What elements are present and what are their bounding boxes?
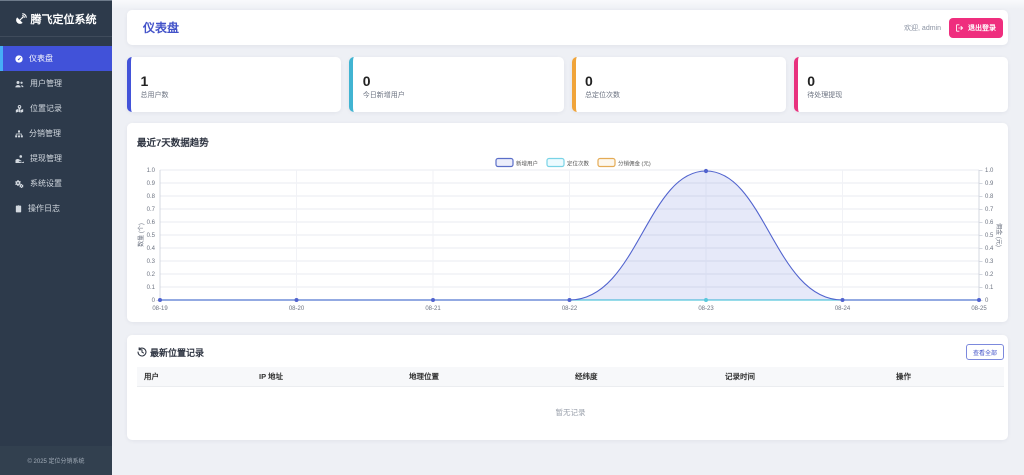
svg-text:0: 0: [985, 298, 989, 304]
svg-text:0.7: 0.7: [147, 207, 156, 213]
svg-text:08-24: 08-24: [835, 306, 851, 312]
svg-text:0.1: 0.1: [147, 285, 156, 291]
svg-text:08-21: 08-21: [425, 306, 441, 312]
svg-text:0.8: 0.8: [147, 194, 156, 200]
svg-text:0.2: 0.2: [147, 272, 156, 278]
svg-text:新增用户: 新增用户: [516, 160, 538, 168]
svg-text:0.4: 0.4: [985, 246, 994, 252]
svg-text:08-23: 08-23: [698, 306, 714, 312]
svg-text:0: 0: [152, 298, 156, 304]
svg-text:08-19: 08-19: [152, 306, 168, 312]
svg-text:1.0: 1.0: [147, 168, 156, 174]
svg-text:08-20: 08-20: [289, 306, 305, 312]
svg-text:0.3: 0.3: [985, 259, 994, 265]
svg-text:0.1: 0.1: [985, 285, 994, 291]
svg-text:0.6: 0.6: [147, 220, 156, 226]
svg-text:0.9: 0.9: [147, 181, 156, 187]
svg-text:0.6: 0.6: [985, 220, 994, 226]
svg-text:08-22: 08-22: [562, 306, 578, 312]
svg-text:0.8: 0.8: [985, 194, 994, 200]
svg-text:1.0: 1.0: [985, 168, 994, 174]
svg-text:0.7: 0.7: [985, 207, 994, 213]
svg-text:0.5: 0.5: [147, 233, 156, 239]
svg-text:0.4: 0.4: [147, 246, 156, 252]
svg-text:0.3: 0.3: [147, 259, 156, 265]
svg-text:0.9: 0.9: [985, 181, 994, 187]
svg-text:08-25: 08-25: [971, 306, 987, 312]
svg-text:0.5: 0.5: [985, 233, 994, 239]
svg-text:分销佣金 (元): 分销佣金 (元): [618, 160, 651, 168]
svg-text:佣金 (元): 佣金 (元): [995, 223, 1003, 247]
svg-text:定位次数: 定位次数: [567, 160, 590, 168]
svg-text:0.2: 0.2: [985, 272, 994, 278]
svg-text:数量 (个): 数量 (个): [137, 223, 145, 247]
